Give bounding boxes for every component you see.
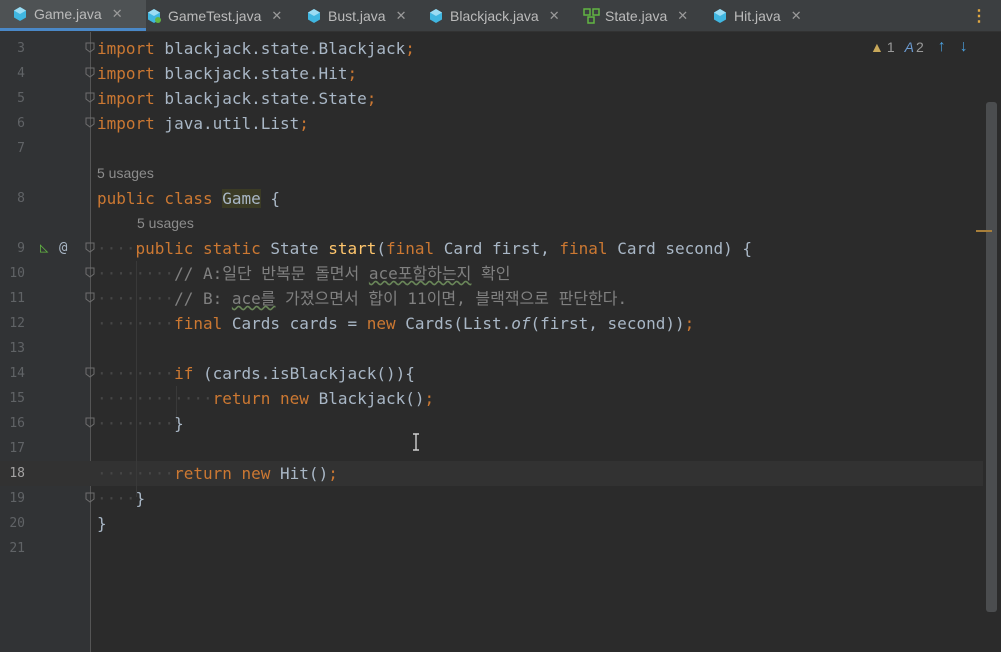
line-number: 12 [9,316,25,331]
fold-marker-icon[interactable] [85,92,95,103]
code-line-14[interactable]: ········if (cards.isBlackjack()){ [97,361,415,386]
tab-state-java[interactable]: State.java ✕ [583,0,698,31]
scrollbar-thumb[interactable] [986,102,997,612]
fold-marker-icon[interactable] [85,367,95,378]
fold-marker-icon[interactable] [85,417,95,428]
warning-count: 1 [886,39,895,55]
line-number: 3 [17,41,25,56]
fold-marker-icon[interactable] [85,267,95,278]
tab-gametest-java[interactable]: GameTest.java ✕ [146,0,296,31]
java-test-icon [146,8,162,24]
line-number: 6 [17,116,25,131]
typo-icon: A [904,39,914,55]
line-number: 10 [9,266,25,281]
line-number: 9 [17,241,25,256]
text-cursor-icon [413,433,419,451]
line-number: 21 [9,541,25,556]
java-class-icon [712,8,728,24]
line-number: 8 [17,191,25,206]
java-class-icon [428,8,444,24]
close-icon[interactable]: ✕ [549,8,560,24]
java-class-icon [306,8,322,24]
fold-marker-icon[interactable] [85,292,95,303]
warning-stripe-marker[interactable] [976,230,992,232]
code-line-6[interactable]: import java.util.List; [97,111,309,136]
line-number: 18 [9,466,25,481]
tab-blackjack-java[interactable]: Blackjack.java ✕ [428,0,570,31]
line-number: 13 [9,341,25,356]
tab-hit-java[interactable]: Hit.java ✕ [712,0,808,31]
tab-label: Blackjack.java [450,7,539,24]
code-line-5[interactable]: import blackjack.state.State; [97,86,376,111]
warning-icon: ▲ [870,39,884,55]
line-number: 7 [17,141,25,156]
fold-marker-icon[interactable] [85,67,95,78]
line-number: 14 [9,366,25,381]
line-number: 20 [9,516,25,531]
method-usages-hint[interactable]: 5 usages [137,211,194,236]
code-line-11[interactable]: ········// B: ace를 가졌으면서 합이 11이면, 블랙잭으로 … [97,286,627,311]
line-number: 4 [17,66,25,81]
code-line-16[interactable]: ········} [97,411,184,436]
code-line-19[interactable]: ····} [97,486,145,511]
code-line-3[interactable]: import blackjack.state.Blackjack; [97,36,415,61]
more-tabs-icon[interactable]: ⋮ [971,6,987,26]
tab-label: GameTest.java [168,7,262,24]
code-line-9[interactable]: ····public static State start(final Card… [97,236,752,261]
close-icon[interactable]: ✕ [791,8,802,24]
vertical-scrollbar[interactable] [976,32,1001,652]
code-line-12[interactable]: ········final Cards cards = new Cards(Li… [97,311,694,336]
code-line-8[interactable]: public class Game { [97,186,280,211]
fold-marker-icon[interactable] [85,42,95,53]
tab-label: Hit.java [734,7,781,24]
line-number: 11 [9,291,25,306]
code-line-15[interactable]: ············return new Blackjack(); [97,386,434,411]
code-line-20[interactable]: } [97,511,107,536]
tab-label: State.java [605,7,668,24]
editor-tab-bar: Game.java ✕ GameTest.java ✕ Bust.java ✕ … [0,0,1001,32]
implements-icon[interactable]: @ [59,236,67,261]
tab-label: Game.java [34,6,102,22]
typo-count: 2 [916,39,924,55]
class-usages-hint[interactable]: 5 usages [97,161,154,186]
next-highlight-icon[interactable]: ↓ [960,38,968,56]
line-number: 5 [17,91,25,106]
close-icon[interactable]: ✕ [396,8,407,24]
java-interface-icon [583,7,600,24]
fold-marker-icon[interactable] [85,242,95,253]
tab-bust-java[interactable]: Bust.java ✕ [306,0,416,31]
close-icon[interactable]: ✕ [271,8,282,24]
line-number: 19 [9,491,25,506]
code-line-4[interactable]: import blackjack.state.Hit; [97,61,357,86]
fold-marker-icon[interactable] [85,117,95,128]
java-class-icon [12,6,28,22]
run-icon[interactable]: ◺ [40,236,48,261]
code-line-18[interactable]: ········return new Hit(); [97,461,338,486]
inspection-widget[interactable]: ▲ 1 A 2 ↑ ↓ [870,38,968,56]
line-number: 17 [9,441,25,456]
line-number: 16 [9,416,25,431]
previous-highlight-icon[interactable]: ↑ [938,38,946,56]
close-icon[interactable]: ✕ [677,8,688,24]
code-line-10[interactable]: ········// A:일단 반복문 돌면서 ace포함하는지 확인 [97,261,510,286]
fold-marker-icon[interactable] [85,492,95,503]
line-number: 15 [9,391,25,406]
close-icon[interactable]: ✕ [112,6,123,22]
tab-label: Bust.java [328,7,386,24]
tab-game-java[interactable]: Game.java ✕ [0,0,146,31]
